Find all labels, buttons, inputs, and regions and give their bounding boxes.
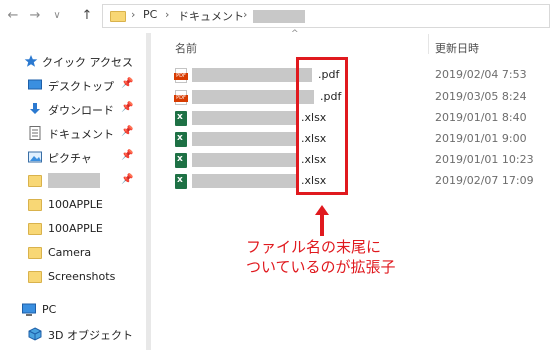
- folder-icon: [28, 271, 42, 283]
- sidebar-item-label: ダウンロード: [48, 104, 114, 117]
- pin-icon[interactable]: 📌: [121, 126, 133, 137]
- sidebar-item-label: 100APPLE: [48, 222, 103, 235]
- sidebar-item-label: 3D オブジェクト: [48, 329, 133, 342]
- document-icon: [29, 126, 41, 140]
- sidebar-item-camera[interactable]: Camera: [0, 242, 150, 264]
- sidebar-item-label: Camera: [48, 246, 92, 259]
- extension-highlight-box: [296, 57, 348, 195]
- sidebar-item-documents[interactable]: ドキュメント 📌: [0, 122, 150, 144]
- pin-icon[interactable]: 📌: [121, 150, 133, 161]
- sidebar-item-label: ドキュメント: [48, 128, 114, 141]
- file-date: 2019/01/01 8:40: [435, 111, 527, 124]
- folder-icon: [28, 247, 42, 259]
- address-toolbar: ← → ∨ ↑ › PC › ドキュメント ›: [0, 0, 550, 33]
- navigation-pane: クイック アクセス デスクトップ 📌 ダウンロード 📌 ドキュメント 📌 ピクチ…: [0, 33, 150, 350]
- column-header-modified[interactable]: 更新日時: [435, 40, 479, 56]
- redacted-file-name: [192, 68, 307, 82]
- redacted-file-name: [192, 153, 299, 167]
- file-date: 2019/01/01 9:00: [435, 132, 527, 145]
- sidebar-item-downloads[interactable]: ダウンロード 📌: [0, 98, 150, 120]
- redacted-file-name: [192, 90, 307, 104]
- breadcrumb-separator: ›: [243, 8, 248, 21]
- sidebar-item-label: クイック アクセス: [42, 56, 133, 69]
- excel-icon: [175, 174, 187, 189]
- file-row[interactable]: .xlsx 2019/02/07 17:09: [170, 171, 550, 191]
- sidebar-item-label: PC: [42, 303, 57, 316]
- redacted-label: [48, 173, 100, 188]
- file-row[interactable]: .xlsx 2019/01/01 8:40: [170, 108, 550, 128]
- sidebar-item-label: Screenshots: [48, 270, 116, 283]
- pdf-icon: [174, 90, 188, 105]
- 3d-objects-icon: [28, 327, 42, 341]
- breadcrumb-redacted-folder[interactable]: [253, 10, 305, 23]
- excel-icon: [175, 153, 187, 168]
- sidebar-item-screenshots[interactable]: Screenshots: [0, 266, 150, 288]
- sidebar-item-redacted-folder[interactable]: 📌: [0, 170, 150, 192]
- sidebar-item-label: 100APPLE: [48, 198, 103, 211]
- recent-locations-button[interactable]: ∨: [48, 6, 66, 26]
- forward-button[interactable]: →: [26, 6, 44, 26]
- redacted-file-name: [192, 111, 299, 125]
- sidebar-item-3d-objects[interactable]: 3D オブジェクト: [0, 323, 150, 345]
- pin-icon[interactable]: 📌: [121, 174, 133, 185]
- sidebar-item-100apple[interactable]: 100APPLE: [0, 218, 150, 240]
- redacted-file-name: [192, 132, 299, 146]
- excel-icon: [175, 132, 187, 147]
- sidebar-item-label: デスクトップ: [48, 80, 114, 93]
- download-icon: [30, 103, 40, 114]
- breadcrumb-documents[interactable]: ドキュメント: [178, 8, 244, 24]
- address-bar[interactable]: › PC › ドキュメント ›: [102, 4, 550, 28]
- sidebar-item-desktop[interactable]: デスクトップ 📌: [0, 74, 150, 96]
- pc-icon: [22, 303, 36, 316]
- breadcrumb-separator: ›: [165, 8, 170, 21]
- breadcrumb-separator: ›: [131, 8, 136, 21]
- file-row[interactable]: .pdf 2019/02/04 7:53: [170, 65, 550, 85]
- file-date: 2019/01/01 10:23: [435, 153, 534, 166]
- file-row[interactable]: .xlsx 2019/01/01 9:00: [170, 129, 550, 149]
- sidebar-item-pictures[interactable]: ピクチャ 📌: [0, 146, 150, 168]
- excel-icon: [175, 111, 187, 126]
- annotation-line-2: ついているのが拡張子: [246, 258, 396, 276]
- file-date: 2019/03/05 8:24: [435, 90, 527, 103]
- sidebar-item-quick-access[interactable]: クイック アクセス: [0, 50, 150, 72]
- sort-arrow-icon: ^: [291, 29, 299, 39]
- pin-icon[interactable]: 📌: [121, 78, 133, 89]
- folder-icon: [28, 175, 42, 187]
- column-header-name[interactable]: 名前: [175, 40, 197, 56]
- file-row[interactable]: .xlsx 2019/01/01 10:23: [170, 150, 550, 170]
- folder-icon: [110, 11, 126, 22]
- sidebar-item-pc[interactable]: PC: [0, 299, 150, 321]
- folder-icon: [28, 223, 42, 235]
- desktop-icon: [28, 79, 42, 90]
- sidebar-scrollbar[interactable]: [146, 33, 151, 350]
- file-row[interactable]: .pdf 2019/03/05 8:24: [170, 87, 550, 107]
- annotation-text: ファイル名の末尾に ついているのが拡張子: [246, 237, 396, 277]
- sidebar-item-label: ピクチャ: [48, 152, 92, 165]
- column-divider[interactable]: [428, 34, 429, 54]
- back-button[interactable]: ←: [4, 6, 22, 26]
- folder-icon: [28, 199, 42, 211]
- arrow-up-icon: [315, 205, 329, 236]
- pin-icon[interactable]: 📌: [121, 102, 133, 113]
- redacted-file-name: [192, 174, 299, 188]
- file-date: 2019/02/07 17:09: [435, 174, 534, 187]
- annotation-line-1: ファイル名の末尾に: [246, 238, 382, 256]
- sidebar-item-100apple[interactable]: 100APPLE: [0, 194, 150, 216]
- star-icon: [24, 55, 38, 67]
- up-button[interactable]: ↑: [78, 6, 96, 26]
- pdf-icon: [174, 68, 188, 83]
- pictures-icon: [28, 151, 42, 163]
- breadcrumb-pc[interactable]: PC: [143, 8, 157, 21]
- file-date: 2019/02/04 7:53: [435, 68, 527, 81]
